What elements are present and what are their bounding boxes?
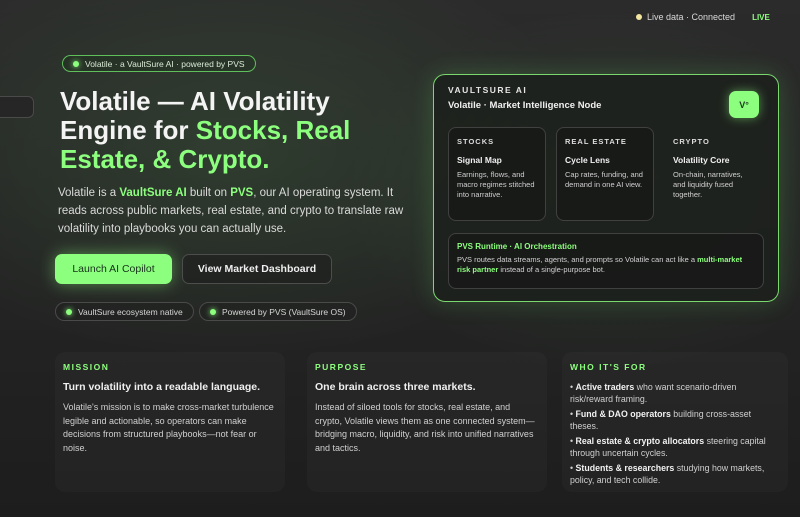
purpose-text: Instead of siloed tools for stocks, real… bbox=[315, 402, 535, 453]
purpose-heading: One brain across three markets. bbox=[315, 381, 476, 393]
market-eyebrow: STOCKS bbox=[457, 137, 495, 146]
market-text: Earnings, flows, and macro regimes stitc… bbox=[457, 170, 535, 199]
audience-role: Students & researchers bbox=[575, 463, 675, 473]
market-text: Cap rates, funding, and demand in one AI… bbox=[565, 170, 643, 189]
side-tab[interactable] bbox=[0, 96, 34, 118]
page-title: Volatile — AI Volatility Engine for Stoc… bbox=[60, 87, 400, 174]
chip-dot-icon bbox=[210, 308, 216, 315]
live-badge: LIVE bbox=[752, 12, 770, 22]
card-eyebrow: VAULTSURE AI bbox=[448, 85, 528, 95]
hero-desc-part: Volatile is a bbox=[58, 187, 120, 199]
live-status-text: Live data · Connected bbox=[647, 12, 736, 22]
view-dashboard-button[interactable]: View Market Dashboard bbox=[182, 254, 332, 284]
product-badge-text: Volatile · a VaultSure AI · powered by P… bbox=[85, 58, 245, 69]
audience-eyebrow: WHO IT'S FOR bbox=[570, 362, 647, 372]
mission-section: MISSION Turn volatility into a readable … bbox=[55, 352, 285, 492]
runtime-text: PVS routes data streams, agents, and pro… bbox=[457, 255, 755, 275]
launch-copilot-button[interactable]: Launch AI Copilot bbox=[55, 254, 172, 284]
live-status: Live data · Connected LIVE bbox=[636, 12, 770, 22]
powered-by-chip: Powered by PVS (VaultSure OS) bbox=[199, 302, 357, 321]
purpose-section: PURPOSE One brain across three markets. … bbox=[307, 352, 547, 492]
audience-role: Real estate & crypto allocators bbox=[575, 436, 705, 446]
list-item: • Real estate & crypto allocators steeri… bbox=[570, 436, 766, 458]
audience-role: Active traders bbox=[575, 382, 635, 392]
hero-description: Volatile is a VaultSure AI built on PVS,… bbox=[58, 184, 418, 238]
list-item: • Active traders who want scenario-drive… bbox=[570, 382, 737, 404]
market-card-stocks: STOCKS Signal Map Earnings, flows, and m… bbox=[448, 127, 546, 221]
audience-section: WHO IT'S FOR • Active traders who want s… bbox=[562, 352, 788, 492]
audience-list: • Active traders who want scenario-drive… bbox=[570, 381, 780, 486]
mission-eyebrow: MISSION bbox=[63, 362, 110, 372]
market-intelligence-card: VAULTSURE AI Volatile · Market Intellige… bbox=[433, 74, 779, 302]
brand-pvs: PVS bbox=[230, 187, 254, 199]
market-card-crypto: CRYPTO Volatility Core On-chain, narrati… bbox=[664, 127, 762, 221]
mission-heading: Turn volatility into a readable language… bbox=[63, 381, 261, 393]
chip-dot-icon bbox=[66, 308, 72, 315]
market-title: Signal Map bbox=[457, 155, 502, 165]
ecosystem-chip-text: VaultSure ecosystem native bbox=[78, 306, 183, 317]
live-dot-icon bbox=[636, 14, 642, 20]
market-text: On-chain, narratives, and liquidity fuse… bbox=[673, 170, 743, 199]
brand-vaultsure: VaultSure AI bbox=[119, 187, 187, 199]
purpose-eyebrow: PURPOSE bbox=[315, 362, 368, 372]
badge-dot-icon bbox=[73, 60, 79, 67]
list-item: • Students & researchers studying how ma… bbox=[570, 463, 765, 485]
pvs-runtime-panel: PVS Runtime · AI Orchestration PVS route… bbox=[448, 233, 764, 289]
mission-text: Volatile's mission is to make cross-mark… bbox=[63, 402, 274, 453]
card-title: Volatile · Market Intelligence Node bbox=[448, 100, 602, 111]
product-badge: Volatile · a VaultSure AI · powered by P… bbox=[62, 55, 256, 72]
ecosystem-chip: VaultSure ecosystem native bbox=[55, 302, 194, 321]
runtime-title: PVS Runtime · AI Orchestration bbox=[457, 242, 577, 251]
market-eyebrow: REAL ESTATE bbox=[565, 137, 627, 146]
audience-role: Fund & DAO operators bbox=[575, 409, 671, 419]
powered-by-chip-text: Powered by PVS (VaultSure OS) bbox=[222, 306, 346, 317]
volatile-logo-icon: V° bbox=[729, 91, 759, 118]
runtime-text-part: PVS routes data streams, agents, and pro… bbox=[457, 255, 698, 264]
runtime-text-part: instead of a single-purpose bot. bbox=[498, 265, 606, 274]
market-card-real-estate: REAL ESTATE Cycle Lens Cap rates, fundin… bbox=[556, 127, 654, 221]
hero-desc-part: built on bbox=[186, 187, 231, 199]
market-title: Volatility Core bbox=[673, 155, 730, 165]
market-title: Cycle Lens bbox=[565, 155, 610, 165]
market-eyebrow: CRYPTO bbox=[673, 137, 710, 146]
list-item: • Fund & DAO operators building cross-as… bbox=[570, 409, 752, 431]
